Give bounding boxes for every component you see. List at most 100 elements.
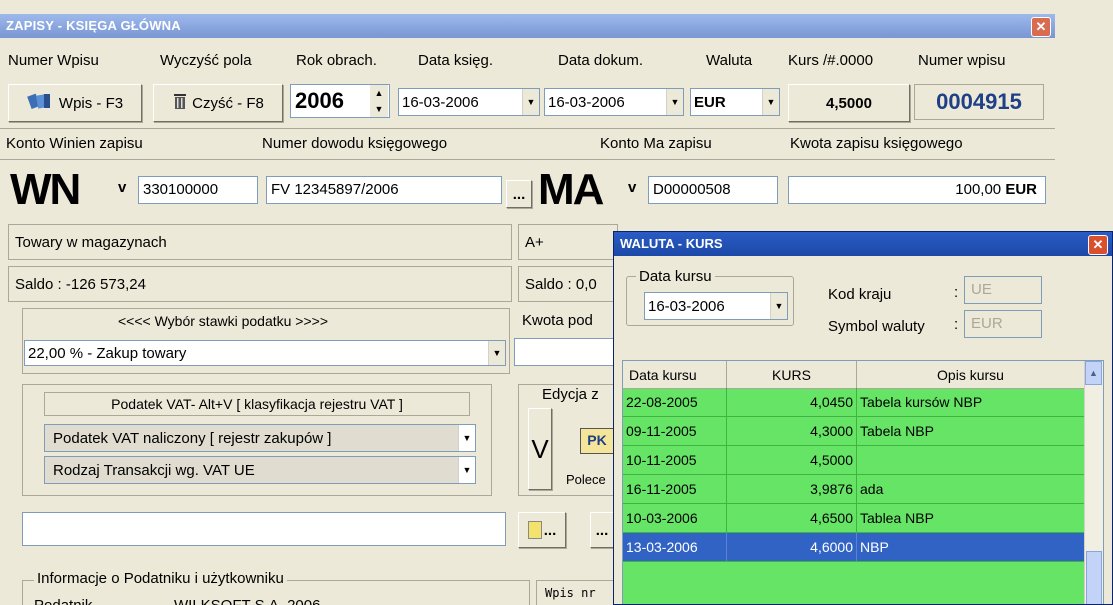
stawka-value: 22,00 % - Zakup towary [28, 344, 187, 362]
data-ksieg-dropdown[interactable]: 16-03-2006 ▼ [398, 88, 540, 116]
row-opis: Tabela NBP [860, 423, 934, 439]
vat-rejestr-value: Podatek VAT naliczony [ rejestr zakupów … [53, 429, 332, 447]
konto-wn-value: 330100000 [143, 181, 219, 198]
notes-dots: ... [543, 521, 557, 539]
kwota-pod-label: Kwota pod [522, 312, 593, 329]
table-row[interactable]: 22-08-2005 4,0450 Tabela kursów NBP [623, 388, 1085, 417]
label-waluta: Waluta [706, 52, 753, 69]
notes-button[interactable]: ... [518, 512, 566, 548]
symbol-waluty-value: EUR [971, 315, 1003, 332]
table-row[interactable]: 09-11-2005 4,3000 Tabela NBP [623, 417, 1085, 446]
title-bar: ZAPISY - KSIĘGA GŁÓWNA ✕ [0, 14, 1055, 38]
row-kurs: 4,0450 [727, 388, 857, 416]
table-row-selected[interactable]: 13-03-2006 4,6000 NBP [623, 533, 1085, 562]
podatnik-label: Podatnik [34, 597, 92, 605]
vat-rejestr-dropdown[interactable]: Podatek VAT naliczony [ rejestr zakupów … [44, 424, 476, 452]
bottom-input[interactable] [22, 512, 506, 546]
data-dokum-value: 16-03-2006 [548, 93, 625, 111]
row-kurs: 3,9876 [727, 475, 857, 503]
data-kursu-dropdown[interactable]: 16-03-2006 ▼ [644, 292, 788, 320]
vat-group-title: Podatek VAT- Alt+V [ klasyfikacja rejest… [44, 392, 470, 416]
more-button[interactable]: ... [590, 512, 614, 548]
stawka-header: <<<< Wybór stawki podatku >>>> [118, 313, 329, 329]
label-numer-wpisu-right: Numer wpisu [918, 52, 1006, 69]
table-row[interactable]: 10-11-2005 4,5000 [623, 446, 1085, 475]
grid-scrollbar[interactable]: ▲ [1084, 361, 1103, 604]
chevron-down-icon[interactable]: ▼ [762, 89, 779, 115]
window-title: ZAPISY - KSIĘGA GŁÓWNA [6, 18, 181, 33]
kurs-grid: Data kursu KURS Opis kursu 22-08-2005 4,… [622, 360, 1104, 604]
kurs-button[interactable]: 4,5000 [788, 84, 910, 122]
row-date: 10-11-2005 [623, 446, 727, 474]
ma-account-name-text: A+ [525, 233, 544, 251]
table-row[interactable]: 16-11-2005 3,9876 ada [623, 475, 1085, 504]
row-opis: NBP [860, 539, 889, 555]
chevron-down-icon[interactable]: ▼ [458, 457, 475, 483]
close-icon[interactable]: ✕ [1031, 17, 1051, 37]
v-button[interactable]: V [528, 408, 552, 490]
label-kurs: Kurs /#.0000 [788, 52, 874, 69]
row-opis: Tabela kursów NBP [860, 394, 983, 410]
dowod-input[interactable]: FV 12345897/2006 [266, 176, 502, 204]
konto-ma-input[interactable]: D00000508 [648, 176, 778, 204]
kwota-value: 100,00 [955, 181, 1002, 198]
year-value: 2006 [295, 88, 344, 113]
dowod-browse-button[interactable]: ... [506, 180, 532, 208]
close-icon[interactable]: ✕ [1088, 235, 1108, 255]
chevron-down-icon[interactable]: ▼ [522, 89, 539, 115]
ma-label: MA [538, 165, 604, 214]
data-kursu-label: Data kursu [636, 268, 715, 285]
wn-label: WN [10, 165, 81, 214]
kod-kraju-label: Kod kraju [828, 286, 892, 303]
more-dots: ... [595, 521, 609, 539]
trash-icon [172, 92, 188, 114]
chevron-down-icon[interactable]: ▼ [458, 425, 475, 451]
data-ksieg-value: 16-03-2006 [402, 93, 479, 111]
row-date: 22-08-2005 [623, 388, 727, 416]
label-konto-winien: Konto Winien zapisu [6, 135, 143, 152]
label-kwota: Kwota zapisu księgowego [790, 135, 963, 152]
row-kurs: 4,6500 [727, 504, 857, 532]
kwota-input[interactable]: 100,00 EUR [788, 176, 1046, 204]
v-button-label: V [531, 433, 549, 464]
kwota-currency: EUR [1005, 181, 1037, 198]
label-data-ksieg: Data księg. [418, 52, 494, 69]
table-row[interactable]: 10-03-2006 4,6500 Tablea NBP [623, 504, 1085, 533]
label-numer-wpisu: Numer Wpisu [8, 52, 99, 69]
row-date: 10-03-2006 [623, 504, 727, 532]
label-rok: Rok obrach. [296, 52, 377, 69]
kod-kraju-value: UE [971, 281, 992, 298]
row-kurs: 4,5000 [727, 446, 857, 474]
books-icon [27, 91, 53, 115]
konto-wn-input[interactable]: 330100000 [138, 176, 258, 204]
data-dokum-dropdown[interactable]: 16-03-2006 ▼ [544, 88, 684, 116]
spinner-arrows-icon[interactable]: ▲ ▼ [370, 85, 388, 117]
wn-account-name: Towary w magazynach [8, 224, 512, 260]
chevron-down-icon[interactable]: ▼ [770, 293, 787, 319]
scroll-up-icon[interactable]: ▲ [1085, 361, 1102, 385]
row-date: 16-11-2005 [623, 475, 727, 503]
vat-transakcja-dropdown[interactable]: Rodzaj Transakcji wg. VAT UE ▼ [44, 456, 476, 484]
waluta-value: EUR [694, 93, 726, 111]
stawka-dropdown[interactable]: 22,00 % - Zakup towary ▼ [24, 340, 506, 366]
chevron-down-icon[interactable]: ▼ [488, 341, 505, 365]
numer-wpisu-display: 0004915 [914, 84, 1044, 120]
grid-header: Data kursu KURS Opis kursu [623, 361, 1085, 389]
kwota-pod-input[interactable] [514, 338, 618, 366]
scroll-thumb[interactable] [1086, 551, 1102, 604]
pk-icon[interactable]: PK [580, 428, 614, 454]
waluta-dropdown[interactable]: EUR ▼ [690, 88, 780, 116]
wpis-button[interactable]: Wpis - F3 [8, 84, 142, 122]
row-date: 09-11-2005 [623, 417, 727, 445]
row-opis: ada [860, 481, 884, 497]
col-data-kursu[interactable]: Data kursu [623, 361, 727, 388]
podatnik-value: WILKSOFT S.A. 2006 [174, 597, 320, 605]
col-opis[interactable]: Opis kursu [857, 361, 1085, 388]
ma-v-label: v [628, 179, 637, 196]
wn-account-name-text: Towary w magazynach [15, 233, 167, 251]
chevron-down-icon[interactable]: ▼ [666, 89, 683, 115]
ma-account-name: A+ [518, 224, 618, 260]
browse-dots: ... [512, 185, 526, 203]
czysc-button[interactable]: Czyść - F8 [153, 84, 283, 122]
col-kurs[interactable]: KURS [727, 361, 857, 388]
